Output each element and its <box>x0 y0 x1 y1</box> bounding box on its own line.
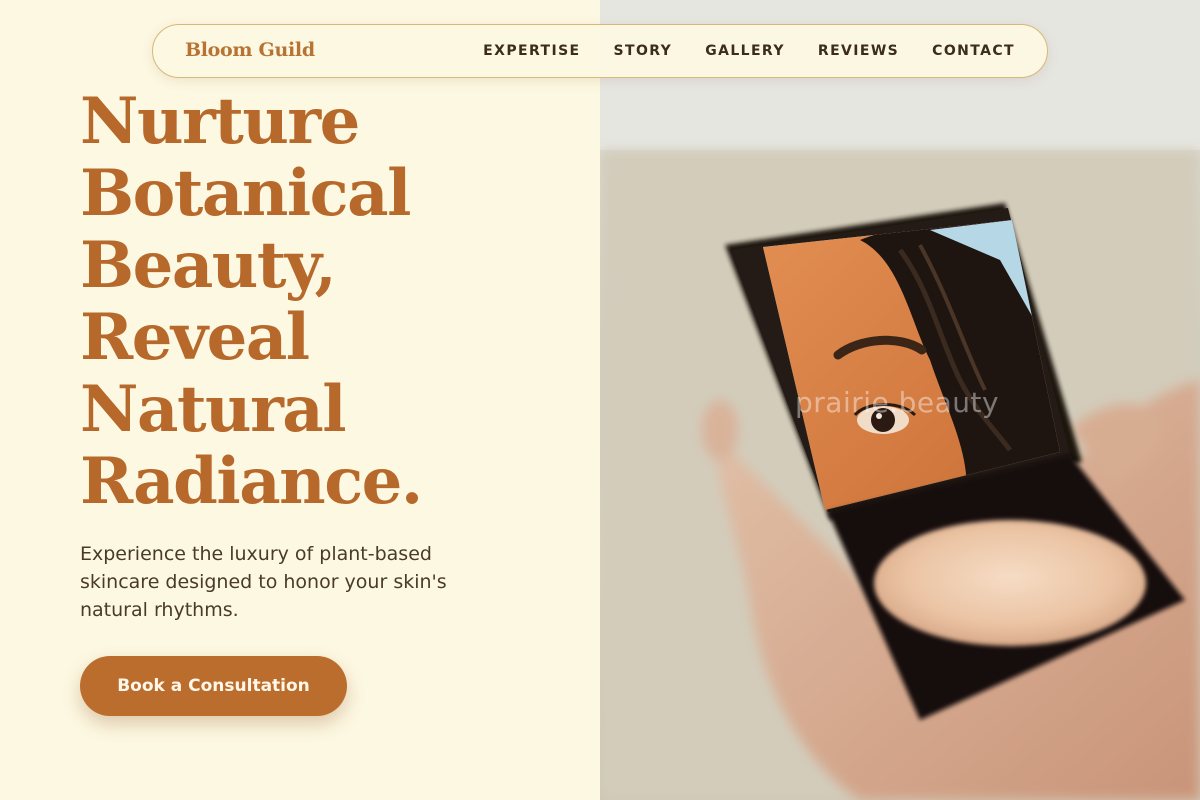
hero-image-panel: prairie.beauty <box>600 0 1200 800</box>
nav-links: EXPERTISE STORY GALLERY REVIEWS CONTACT <box>483 43 1015 59</box>
nav-link-story[interactable]: STORY <box>614 43 673 59</box>
book-consultation-button[interactable]: Book a Consultation <box>80 656 347 716</box>
image-watermark: prairie.beauty <box>795 386 1000 419</box>
top-navbar: Bloom Guild EXPERTISE STORY GALLERY REVI… <box>152 24 1048 78</box>
hero-title-line: Reveal <box>80 300 310 375</box>
brand-logo[interactable]: Bloom Guild <box>185 39 315 61</box>
nav-link-contact[interactable]: CONTACT <box>932 43 1015 59</box>
hero-title-line: Natural <box>80 372 347 447</box>
hero-title-line: Nurture <box>80 84 360 159</box>
hero-title-line: Radiance. <box>80 444 423 519</box>
hero-title: Nurture Botanical Beauty, Reveal Natural… <box>80 86 580 518</box>
hero-subtitle: Experience the luxury of plant-based ski… <box>80 543 447 621</box>
nav-link-reviews[interactable]: REVIEWS <box>818 43 899 59</box>
hero-title-line: Beauty, <box>80 228 337 303</box>
nav-link-expertise[interactable]: EXPERTISE <box>483 43 580 59</box>
nav-link-gallery[interactable]: GALLERY <box>705 43 785 59</box>
hero-title-line: Botanical <box>80 156 411 231</box>
